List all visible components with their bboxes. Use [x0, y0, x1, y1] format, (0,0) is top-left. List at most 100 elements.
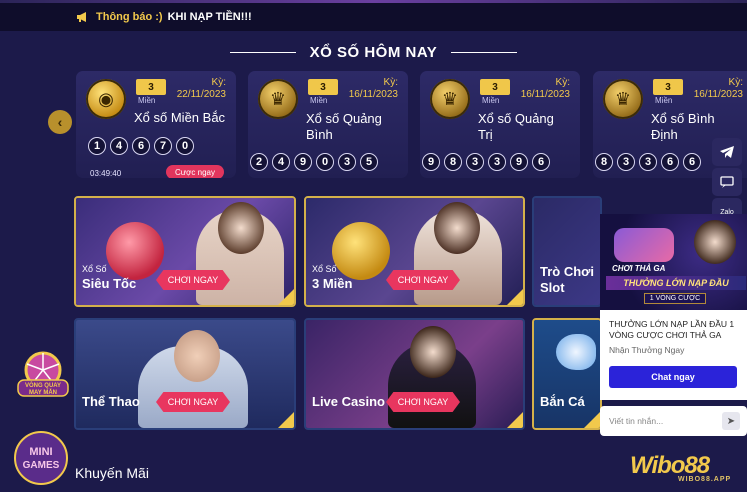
- result-number: 6: [661, 153, 679, 171]
- section-title: XỔ SỐ HÔM NAY: [0, 44, 747, 61]
- game-card-the-thao[interactable]: Thể Thao CHƠI NGAY: [74, 318, 296, 430]
- countdown-timer: 03:49:40: [90, 169, 122, 178]
- logo-subtext: WIBO88.APP: [678, 476, 732, 483]
- game-card-xo-so-sieu-toc[interactable]: Xổ Số Siêu Tốc CHƠI NGAY: [74, 196, 296, 307]
- chevron-left-icon: ‹: [57, 114, 63, 130]
- promo-banner[interactable]: CHƠI THẢ GA THƯỞNG LỚN NẠP ĐẦU 1 VÒNG CƯ…: [600, 214, 747, 310]
- lottery-name-line2: Trị: [478, 127, 493, 142]
- logo-text: Wibo88: [630, 452, 710, 479]
- result-number: 9: [422, 153, 440, 171]
- result-numbers: 8 3 3 6 6: [595, 153, 701, 171]
- play-now-button[interactable]: CHƠI NGAY: [386, 270, 460, 290]
- result-number: 8: [444, 153, 462, 171]
- result-numbers: 2 4 9 0 3 5: [250, 153, 378, 171]
- lottery-name-line1: Xổ số Miền Bắc: [134, 110, 226, 125]
- result-numbers: 9 8 3 3 9 6: [422, 153, 550, 171]
- result-number: 3: [466, 153, 484, 171]
- play-now-button[interactable]: CHƠI NGAY: [156, 270, 230, 290]
- notice-label: Thông báo :): [96, 11, 163, 23]
- lucky-wheel-icon[interactable]: VÒNG QUAY MAY MẮN: [14, 350, 72, 400]
- chat-now-button[interactable]: Chat ngay: [609, 366, 737, 388]
- svg-text:VÒNG QUAY: VÒNG QUAY: [25, 381, 61, 389]
- draw-date: 16/11/2023: [348, 89, 398, 100]
- lottery-name-line1: Xổ số Bình: [651, 111, 715, 126]
- lottery-name-line1: Xổ số Quảng: [478, 111, 554, 126]
- game-card-slot[interactable]: Trò Chơi Slot: [532, 196, 602, 307]
- game-title: Bắn Cá: [540, 394, 585, 409]
- chat-subtext: Nhận Thưởng Ngay: [609, 345, 685, 355]
- result-number: 3: [338, 153, 356, 171]
- draw-info: Kỳ: 16/11/2023: [349, 77, 398, 101]
- game-title: Live Casino: [312, 394, 385, 409]
- lottery-name: Xổ số Miền Bắc: [134, 110, 225, 126]
- game-title: Trò Chơi: [540, 264, 595, 279]
- promo-line3: 1 VÒNG CƯỢC: [644, 293, 706, 304]
- game-subtitle: Xổ Số: [82, 264, 107, 274]
- result-number: 4: [272, 153, 290, 171]
- corner-accent: [507, 289, 523, 305]
- svg-text:GAMES: GAMES: [23, 460, 60, 471]
- draw-date: 16/11/2023: [693, 89, 743, 100]
- carousel-prev-button[interactable]: ‹: [48, 110, 72, 134]
- corner-accent: [278, 412, 294, 428]
- result-number: 6: [683, 153, 701, 171]
- result-numbers: 1 4 6 7 0: [88, 137, 194, 155]
- result-number: 5: [360, 153, 378, 171]
- game-title: Siêu Tốc: [82, 276, 137, 291]
- draw-info: Kỳ: 16/11/2023: [694, 77, 743, 101]
- result-number: 3: [617, 153, 635, 171]
- game-card-live-casino[interactable]: Live Casino CHƠI NGAY: [304, 318, 525, 430]
- result-number: 9: [510, 153, 528, 171]
- result-number: 1: [88, 137, 106, 155]
- lottery-name-line1: Xổ số Quảng: [306, 111, 382, 126]
- draw-date: 16/11/2023: [520, 89, 570, 100]
- promo-characters: [614, 228, 674, 262]
- play-now-button[interactable]: CHƠI NGAY: [156, 392, 230, 412]
- promotions-link[interactable]: Khuyến Mãi: [75, 465, 149, 481]
- lottery-name: Xổ số Quảng Trị: [478, 111, 554, 143]
- result-number: 2: [250, 153, 268, 171]
- chat-message-input[interactable]: Viết tin nhắn... ➤: [600, 406, 747, 436]
- side-icon-bar: Zalo: [712, 138, 742, 226]
- game-title: Thể Thao: [82, 394, 140, 409]
- telegram-icon[interactable]: [712, 138, 742, 166]
- chat-message: THƯỞNG LỚN NẠP LẦN ĐẦU 1 VÒNG CƯỢC CHƠI …: [609, 319, 735, 340]
- region-label: Miền: [310, 96, 328, 105]
- lottery-card-quang-tri[interactable]: ♛ 3 Miền Kỳ: 16/11/2023 Xổ số Quảng Trị 9 …: [420, 71, 580, 178]
- result-number: 6: [532, 153, 550, 171]
- lottery-ball-icon: ◉: [86, 79, 126, 119]
- crown-ball-icon: ♛: [430, 79, 470, 119]
- promo-model-head: [694, 220, 736, 264]
- game-subtitle: Xổ Số: [312, 264, 337, 274]
- result-number: 6: [132, 137, 150, 155]
- lottery-card-quang-binh[interactable]: ♛ 3 Miền Kỳ: 16/11/2023 Xổ số Quảng Bình 2…: [248, 71, 408, 178]
- result-number: 8: [595, 153, 613, 171]
- section-title-text: XỔ SỐ HÔM NAY: [309, 44, 438, 61]
- lottery-card-mien-bac[interactable]: ◉ 3 Miền Kỳ: 22/11/2023 Xổ số Miền Bắc 1 …: [76, 71, 236, 178]
- play-now-button[interactable]: CHƠI NGAY: [386, 392, 460, 412]
- result-number: 0: [176, 137, 194, 155]
- result-number: 3: [488, 153, 506, 171]
- region-badge: 3: [480, 79, 510, 95]
- game-card-xo-so-3-mien[interactable]: Xổ Số 3 Miền CHƠI NGAY: [304, 196, 525, 307]
- corner-accent: [584, 412, 600, 428]
- draw-date: 22/11/2023: [176, 89, 226, 100]
- chat-icon[interactable]: [712, 168, 742, 196]
- mini-games-icon[interactable]: MINI GAMES: [12, 430, 70, 486]
- lottery-name-line2: Bình: [306, 127, 333, 142]
- game-title-line2: Slot: [540, 280, 565, 295]
- lottery-name: Xổ số Bình Định: [651, 111, 715, 143]
- promo-line1: CHƠI THẢ GA: [612, 264, 666, 273]
- draw-label: Kỳ:: [383, 77, 398, 88]
- svg-text:MINI: MINI: [29, 446, 52, 458]
- notice-text: KHI NẠP TIỀN!!!: [167, 11, 252, 23]
- send-icon[interactable]: ➤: [722, 412, 740, 430]
- model-head: [434, 202, 480, 254]
- athlete-head: [174, 330, 220, 382]
- dealer-head: [410, 326, 456, 378]
- corner-accent: [507, 412, 523, 428]
- game-card-ban-ca[interactable]: Bắn Cá: [532, 318, 602, 430]
- bet-now-button[interactable]: Cược ngay: [166, 165, 224, 178]
- draw-label: Kỳ:: [555, 77, 570, 88]
- fish-icon: [556, 334, 596, 370]
